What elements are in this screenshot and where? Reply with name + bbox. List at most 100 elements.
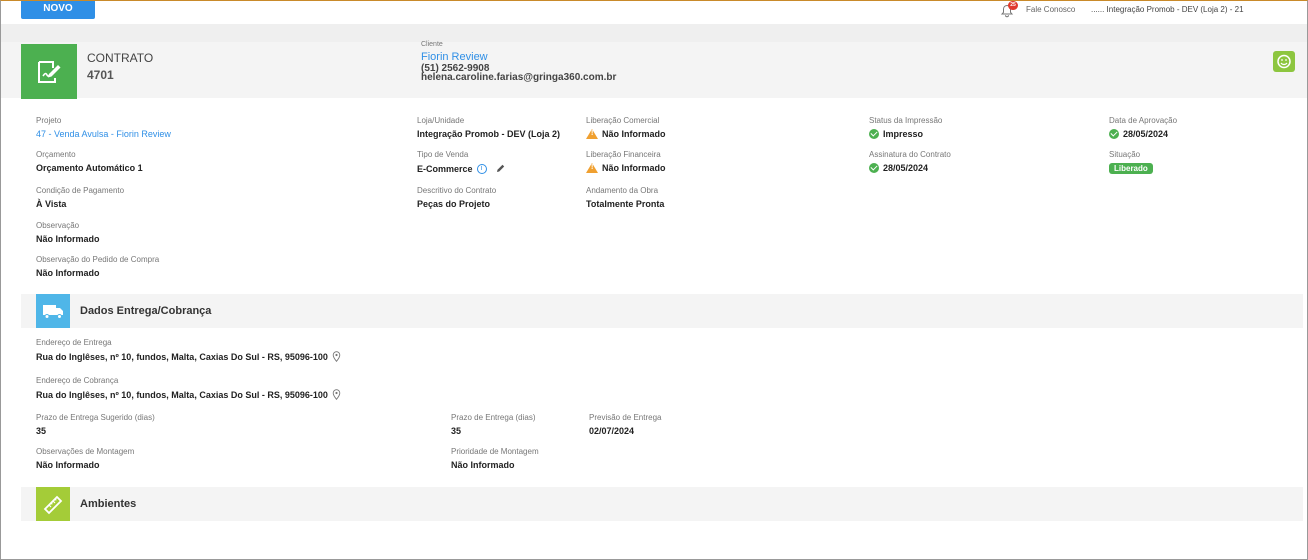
loja-label: Loja/Unidade	[417, 116, 465, 125]
ambientes-section-header: Ambientes	[21, 487, 1303, 521]
status-impressao-row: Impresso	[869, 129, 942, 139]
lib-financeira-row: Não Informado	[586, 163, 666, 173]
status-impressao-value: Impresso	[883, 129, 924, 139]
prioridade-label: Prioridade de Montagem	[451, 447, 539, 456]
orcamento-label: Orçamento	[36, 150, 76, 159]
situacao-row: Liberado	[1109, 163, 1153, 174]
warning-icon	[586, 163, 598, 173]
previsao-value: 02/07/2024	[589, 426, 635, 436]
contract-title: CONTRATO	[87, 51, 154, 65]
observacao-value: Não Informado	[36, 234, 100, 244]
smiley-icon	[1277, 54, 1291, 69]
map-pin-icon[interactable]	[332, 389, 341, 400]
new-button[interactable]: NOVO	[21, 1, 95, 19]
field-prioridade: Prioridade de Montagem Não Informado	[451, 447, 539, 470]
field-tipo-venda: Tipo de Venda E-Commerce i	[417, 150, 506, 174]
notification-count-badge: 25	[1008, 1, 1018, 10]
descritivo-label: Descritivo do Contrato	[417, 186, 497, 195]
andamento-value: Totalmente Pronta	[586, 199, 665, 209]
descritivo-value: Peças do Projeto	[417, 199, 491, 209]
lib-comercial-label: Liberação Comercial	[586, 116, 660, 125]
check-circle-icon	[869, 163, 879, 173]
endereco-entrega-value: Rua do Inglêses, nº 10, fundos, Malta, C…	[36, 351, 328, 362]
warning-icon	[586, 129, 598, 139]
status-impressao-label: Status da Impressão	[869, 116, 943, 125]
field-assinatura: Assinatura do Contrato 28/05/2024	[869, 150, 951, 173]
contact-link[interactable]: Fale Conosco	[1026, 5, 1075, 14]
ambientes-section-title: Ambientes	[80, 498, 137, 510]
assinatura-row: 28/05/2024	[869, 163, 951, 173]
lib-comercial-row: Não Informado	[586, 129, 666, 139]
field-projeto: Projeto 47 - Venda Avulsa - Fiorin Revie…	[36, 116, 171, 139]
field-observacao: Observação Não Informado	[36, 221, 100, 244]
client-label: Cliente	[421, 41, 443, 48]
truck-icon-tile	[36, 294, 70, 328]
endereco-entrega-row: Rua do Inglêses, nº 10, fundos, Malta, C…	[36, 351, 341, 362]
obs-montagem-value: Não Informado	[36, 460, 100, 470]
prazo-value: 35	[451, 426, 462, 436]
pencil-icon[interactable]	[495, 163, 506, 174]
tipo-venda-row: E-Commerce i	[417, 163, 506, 174]
loja-value: Integração Promob - DEV (Loja 2)	[417, 129, 561, 139]
field-previsao: Previsão de Entrega 02/07/2024	[589, 413, 662, 436]
assinatura-value: 28/05/2024	[883, 163, 929, 173]
delivery-section-title: Dados Entrega/Cobrança	[80, 305, 212, 317]
lib-financeira-value: Não Informado	[602, 163, 666, 173]
ruler-icon	[43, 495, 63, 515]
client-email: helena.caroline.farias@gringa360.com.br	[421, 72, 617, 83]
info-icon[interactable]: i	[476, 163, 487, 174]
field-descritivo: Descritivo do Contrato Peças do Projeto	[417, 186, 496, 209]
satisfaction-button[interactable]	[1273, 51, 1295, 72]
contract-icon-tile	[21, 44, 77, 99]
data-aprovacao-value: 28/05/2024	[1123, 129, 1169, 139]
condicao-value: À Vista	[36, 199, 67, 209]
field-orcamento: Orçamento Orçamento Automático 1	[36, 150, 143, 173]
field-obs-montagem: Observações de Montagem Não Informado	[36, 447, 134, 470]
projeto-link[interactable]: 47 - Venda Avulsa - Fiorin Review	[36, 129, 171, 139]
field-liberacao-financeira: Liberação Financeira Não Informado	[586, 150, 666, 173]
client-name-link[interactable]: Fiorin Review	[421, 51, 488, 63]
prazo-sugerido-value: 35	[36, 426, 47, 436]
tipo-venda-label: Tipo de Venda	[417, 150, 469, 159]
contract-header	[1, 42, 1307, 98]
lib-financeira-label: Liberação Financeira	[586, 150, 661, 159]
andamento-label: Andamento da Obra	[586, 186, 659, 195]
ruler-icon-tile	[36, 487, 70, 521]
prioridade-value: Não Informado	[451, 460, 515, 470]
truck-icon	[43, 305, 63, 319]
map-pin-icon[interactable]	[332, 351, 341, 362]
field-condicao-pagamento: Condição de Pagamento À Vista	[36, 186, 124, 209]
prazo-sugerido-label: Prazo de Entrega Sugerido (dias)	[36, 413, 155, 422]
condicao-label: Condição de Pagamento	[36, 186, 125, 195]
app-window: NOVO 25 Fale Conosco ...... Integração P…	[0, 0, 1308, 560]
field-obs-pedido: Observação do Pedido de Compra Não Infor…	[36, 255, 159, 278]
data-aprovacao-label: Data de Aprovação	[1109, 116, 1178, 125]
field-liberacao-comercial: Liberação Comercial Não Informado	[586, 116, 666, 139]
obs-pedido-label: Observação do Pedido de Compra	[36, 255, 160, 264]
contract-signature-icon	[38, 61, 61, 83]
field-data-aprovacao: Data de Aprovação 28/05/2024	[1109, 116, 1177, 139]
field-situacao: Situação Liberado	[1109, 150, 1153, 174]
projeto-label: Projeto	[36, 116, 62, 125]
field-prazo: Prazo de Entrega (dias) 35	[451, 413, 536, 436]
endereco-entrega-label: Endereço de Entrega	[36, 338, 112, 347]
prazo-label: Prazo de Entrega (dias)	[451, 413, 536, 422]
obs-montagem-label: Observações de Montagem	[36, 447, 135, 456]
endereco-cobranca-label: Endereço de Cobrança	[36, 376, 119, 385]
store-selector[interactable]: ...... Integração Promob - DEV (Loja 2) …	[1091, 5, 1244, 14]
check-circle-icon	[1109, 129, 1119, 139]
obs-pedido-value: Não Informado	[36, 268, 100, 278]
lib-comercial-value: Não Informado	[602, 129, 666, 139]
orcamento-value: Orçamento Automático 1	[36, 163, 143, 173]
field-andamento: Andamento da Obra Totalmente Pronta	[586, 186, 664, 209]
delivery-section-header: Dados Entrega/Cobrança	[21, 294, 1303, 328]
top-separator	[1, 24, 1307, 42]
observacao-label: Observação	[36, 221, 80, 230]
field-endereco-cobranca: Endereço de Cobrança Rua do Inglêses, nº…	[36, 376, 341, 400]
endereco-cobranca-value: Rua do Inglêses, nº 10, fundos, Malta, C…	[36, 389, 328, 400]
top-bar: NOVO 25 Fale Conosco ...... Integração P…	[1, 1, 1307, 24]
situacao-label: Situação	[1109, 150, 1141, 159]
data-aprovacao-row: 28/05/2024	[1109, 129, 1177, 139]
assinatura-label: Assinatura do Contrato	[869, 150, 951, 159]
field-prazo-sugerido: Prazo de Entrega Sugerido (dias) 35	[36, 413, 155, 436]
